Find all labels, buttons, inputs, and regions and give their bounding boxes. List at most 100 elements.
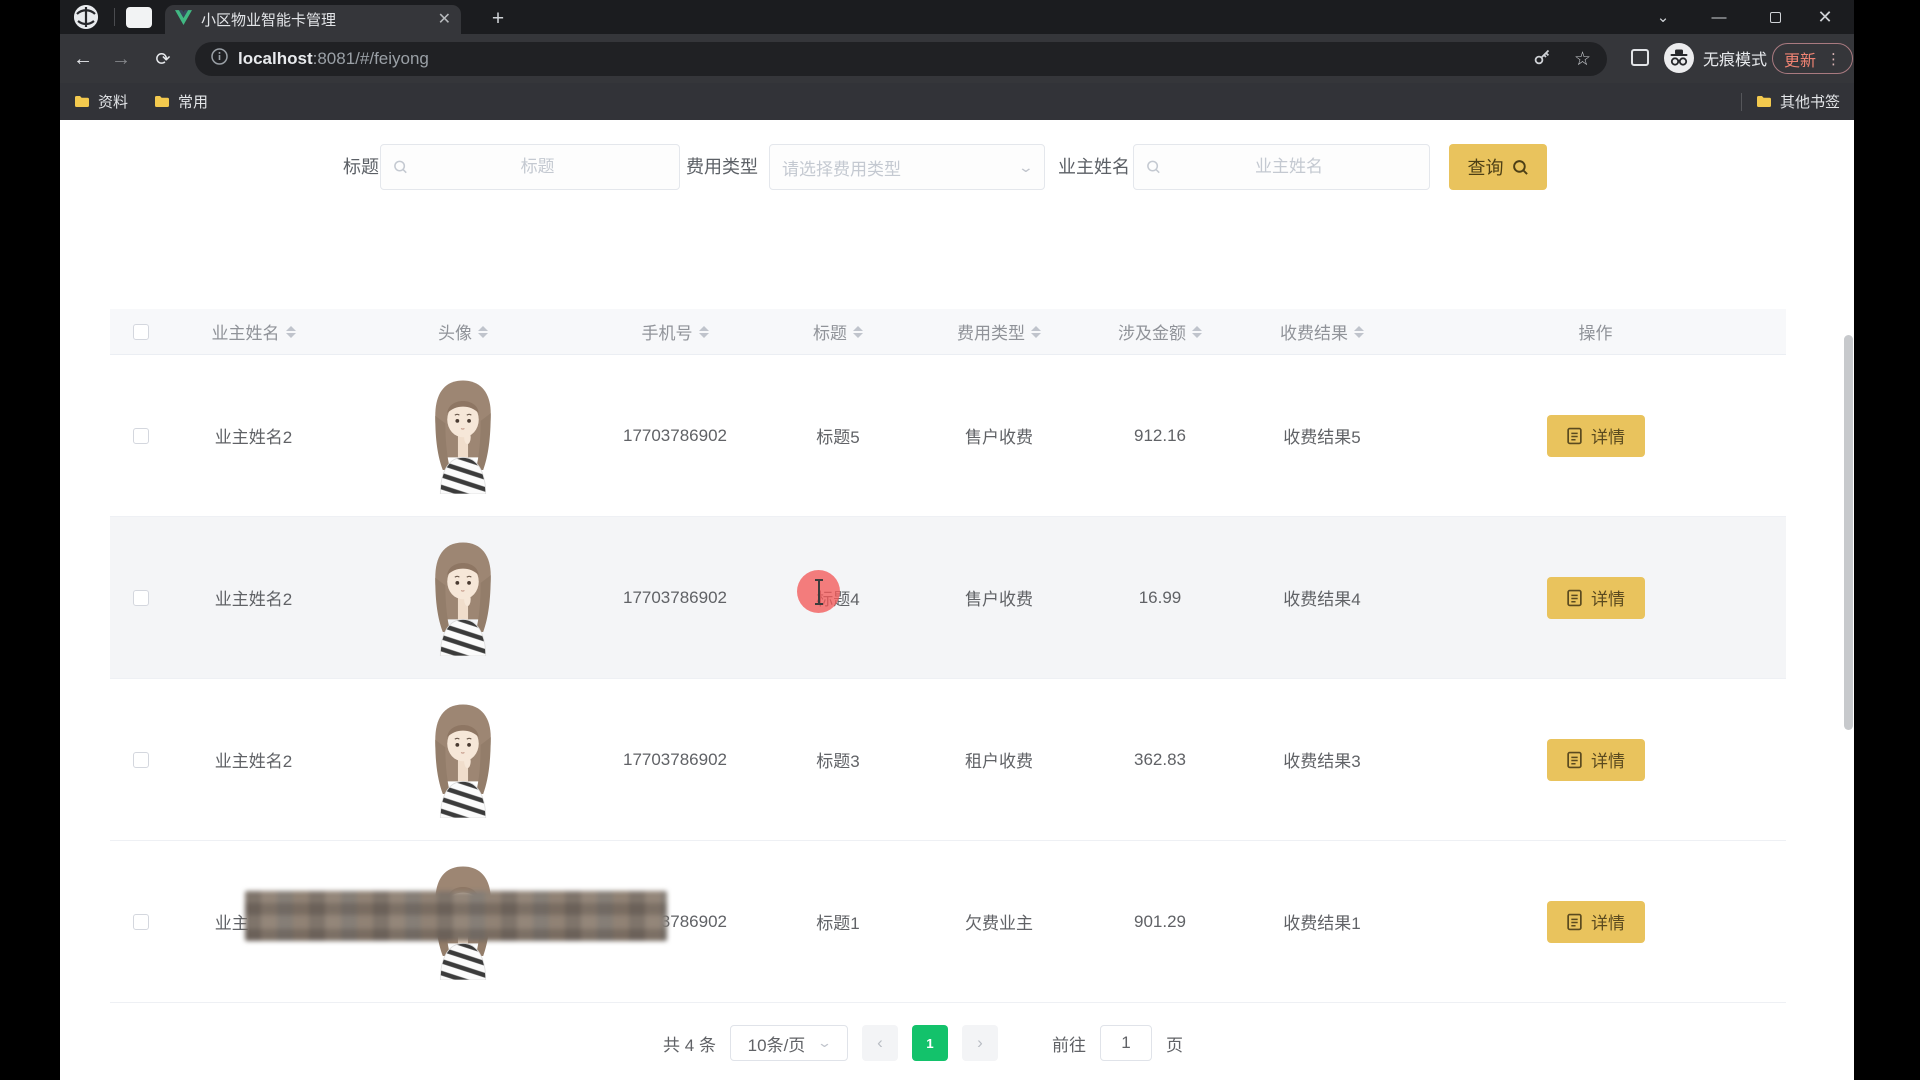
cell-fee-type: 欠费业主 — [917, 909, 1081, 934]
document-icon — [1566, 751, 1583, 769]
incognito-badge: 无痕模式 — [1664, 43, 1767, 73]
column-header-6[interactable]: 涉及金额 — [1081, 319, 1239, 344]
column-header-4[interactable]: 标题 — [759, 319, 917, 344]
search-button-label: 查询 — [1468, 154, 1504, 180]
other-bookmarks[interactable]: 其他书签 — [1756, 91, 1840, 112]
url-text: localhost:8081/#/feiyong — [238, 49, 429, 69]
detail-button[interactable]: 详情 — [1547, 415, 1645, 457]
row-checkbox[interactable] — [133, 752, 149, 768]
back-button[interactable]: ← — [70, 46, 96, 72]
sort-carets-icon[interactable] — [699, 321, 709, 343]
current-page-button[interactable]: 1 — [912, 1025, 948, 1061]
cell-title: 标题5 — [759, 423, 917, 448]
tab-close-icon[interactable]: ✕ — [438, 12, 451, 28]
bookmark-star-icon[interactable]: ☆ — [1574, 48, 1591, 71]
incognito-label: 无痕模式 — [1703, 46, 1767, 70]
document-icon — [1566, 913, 1583, 931]
avatar-image — [425, 540, 501, 656]
new-tab-button[interactable]: + — [484, 6, 512, 32]
forward-button[interactable]: → — [108, 46, 134, 72]
goto-page-input[interactable] — [1100, 1025, 1152, 1061]
side-panel-icon[interactable] — [1631, 49, 1649, 66]
scrollbar-thumb[interactable] — [1844, 335, 1853, 730]
bookmark-label: 资料 — [98, 91, 128, 112]
prev-page-button[interactable]: ‹ — [862, 1025, 898, 1061]
next-page-button[interactable]: › — [962, 1025, 998, 1061]
cell-owner-name: 业主姓名2 — [172, 747, 335, 772]
cell-fee-type: 售户收费 — [917, 585, 1081, 610]
reload-button[interactable]: ⟳ — [150, 46, 176, 72]
column-header-2[interactable]: 头像 — [335, 319, 591, 344]
cell-phone: 17703786902 — [591, 426, 759, 446]
detail-button[interactable]: 详情 — [1547, 739, 1645, 781]
sort-carets-icon[interactable] — [853, 321, 863, 343]
table-row: 业主姓名1 17703786902 标题1 欠费业主 901.29 收费结果1 — [110, 841, 1786, 1003]
titlebar: 小区物业智能卡管理 ✕ + ⌄ — ✕ — [60, 0, 1854, 34]
sort-carets-icon[interactable] — [1192, 321, 1202, 343]
address-bar[interactable]: localhost:8081/#/feiyong ☆ — [195, 42, 1607, 76]
cell-phone: 17703786902 — [591, 588, 759, 608]
owner-search-input[interactable] — [1133, 144, 1430, 190]
browser-logo-icon[interactable] — [74, 5, 98, 29]
search-button[interactable]: 查询 — [1449, 144, 1547, 190]
tab-title: 小区物业智能卡管理 — [201, 9, 429, 30]
page-size-select[interactable]: 10条/页 ⌄ — [730, 1025, 848, 1061]
pagination: 共 4 条 10条/页 ⌄ ‹ 1 › 前往 页 — [60, 1022, 1786, 1064]
row-checkbox[interactable] — [133, 428, 149, 444]
column-header-1[interactable]: 业主姓名 — [172, 319, 335, 344]
filter-title-label: 标题 — [343, 144, 379, 190]
row-checkbox[interactable] — [133, 914, 149, 930]
avatar-image — [425, 378, 501, 494]
tab-search-chevron-icon[interactable]: ⌄ — [1640, 0, 1686, 34]
column-header-5[interactable]: 费用类型 — [917, 319, 1081, 344]
folder-icon — [1756, 95, 1772, 108]
detail-button[interactable]: 详情 — [1547, 901, 1645, 943]
window-close-button[interactable]: ✕ — [1802, 0, 1848, 34]
title-search-input[interactable] — [380, 144, 680, 190]
table-body: 业主姓名2 17703786902 标题5 售户收费 912.16 收费结果5 — [110, 355, 1786, 1003]
column-header-3[interactable]: 手机号 — [591, 319, 759, 344]
cell-owner-name: 业主姓名2 — [172, 423, 335, 448]
page-info-icon[interactable] — [211, 48, 228, 70]
bookmarks-separator — [1741, 93, 1742, 111]
bookmarks-bar: 资料 常用 其他书签 — [60, 83, 1854, 120]
document-icon — [1566, 589, 1583, 607]
cell-amount: 912.16 — [1081, 426, 1239, 446]
detail-button[interactable]: 详情 — [1547, 577, 1645, 619]
other-bookmarks-label: 其他书签 — [1780, 91, 1840, 112]
fee-type-placeholder: 请选择费用类型 — [782, 155, 901, 180]
screen: 小区物业智能卡管理 ✕ + ⌄ — ✕ ← → ⟳ localhost:8081… — [0, 0, 1920, 1080]
window-maximize-button[interactable] — [1752, 0, 1798, 34]
active-tab[interactable]: 小区物业智能卡管理 ✕ — [165, 5, 461, 34]
fee-type-select[interactable]: 请选择费用类型 ⌄ — [769, 144, 1045, 190]
sort-carets-icon[interactable] — [1031, 321, 1041, 343]
column-header-7[interactable]: 收费结果 — [1239, 319, 1405, 344]
sort-carets-icon[interactable] — [1354, 321, 1364, 343]
pagination-total: 共 4 条 — [663, 1031, 716, 1056]
avatar-image — [425, 702, 501, 818]
sort-carets-icon[interactable] — [286, 321, 296, 343]
select-all-checkbox[interactable] — [133, 324, 149, 340]
title-input[interactable] — [408, 157, 667, 177]
sort-carets-icon[interactable] — [478, 321, 488, 343]
owner-input[interactable] — [1161, 157, 1417, 177]
bookmark-folder-2[interactable]: 常用 — [154, 91, 208, 112]
row-checkbox[interactable] — [133, 590, 149, 606]
update-menu-button[interactable]: 更新 ⋮ — [1772, 43, 1853, 74]
browser-toolbar: ← → ⟳ localhost:8081/#/feiyong ☆ — [60, 34, 1854, 83]
pinned-tab[interactable] — [126, 7, 152, 28]
cell-amount: 362.83 — [1081, 750, 1239, 770]
page-unit-label: 页 — [1166, 1031, 1183, 1056]
bookmark-label: 常用 — [178, 91, 208, 112]
bookmark-folder-1[interactable]: 资料 — [74, 91, 128, 112]
censor-overlay — [245, 891, 667, 941]
cell-avatar — [335, 378, 591, 494]
cell-avatar — [335, 702, 591, 818]
folder-icon — [154, 95, 170, 108]
table-header-row: 业主姓名头像手机号标题费用类型涉及金额收费结果操作 — [110, 309, 1786, 355]
password-key-icon[interactable] — [1532, 47, 1552, 72]
cell-result: 收费结果5 — [1239, 423, 1405, 448]
window-minimize-button[interactable]: — — [1696, 0, 1742, 34]
kebab-menu-icon: ⋮ — [1826, 50, 1841, 68]
cell-amount: 16.99 — [1081, 588, 1239, 608]
